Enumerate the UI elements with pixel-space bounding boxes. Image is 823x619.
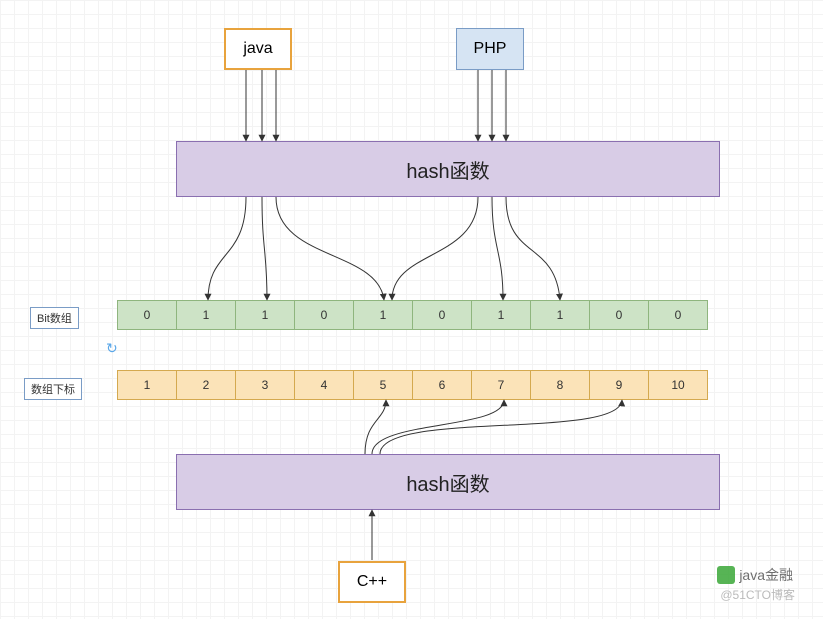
bit-cell: 1	[353, 300, 413, 330]
index-cell: 4	[294, 370, 354, 400]
watermark-51cto: @51CTO博客	[720, 586, 795, 603]
watermark-text-1: java金融	[739, 565, 793, 585]
input-php: PHP	[456, 28, 524, 70]
index-cell: 1	[117, 370, 177, 400]
index-cell: 10	[648, 370, 708, 400]
index-cell: 5	[353, 370, 413, 400]
input-java: java	[224, 28, 292, 70]
bit-cell: 0	[117, 300, 177, 330]
bit-cell: 1	[235, 300, 295, 330]
index-cell: 9	[589, 370, 649, 400]
bit-cell: 1	[471, 300, 531, 330]
index-cell: 3	[235, 370, 295, 400]
index-cell: 6	[412, 370, 472, 400]
refresh-icon[interactable]: ↻	[106, 340, 120, 354]
bit-cell: 1	[530, 300, 590, 330]
index-array-row: 1 2 3 4 5 6 7 8 9 10	[118, 370, 708, 400]
bit-cell: 0	[648, 300, 708, 330]
watermark-java-finance: java金融	[717, 565, 793, 585]
bit-cell: 0	[294, 300, 354, 330]
hash-function-bottom: hash函数	[176, 454, 720, 510]
input-cpp: C++	[338, 561, 406, 603]
index-cell: 7	[471, 370, 531, 400]
index-cell: 2	[176, 370, 236, 400]
index-array-label: 数组下标	[24, 378, 82, 400]
wechat-icon	[717, 566, 735, 584]
bit-cell: 1	[176, 300, 236, 330]
hash-function-top: hash函数	[176, 141, 720, 197]
bit-array-label: Bit数组	[30, 307, 79, 329]
bit-array-row: 0 1 1 0 1 0 1 1 0 0	[118, 300, 708, 330]
bit-cell: 0	[412, 300, 472, 330]
bit-cell: 0	[589, 300, 649, 330]
index-cell: 8	[530, 370, 590, 400]
